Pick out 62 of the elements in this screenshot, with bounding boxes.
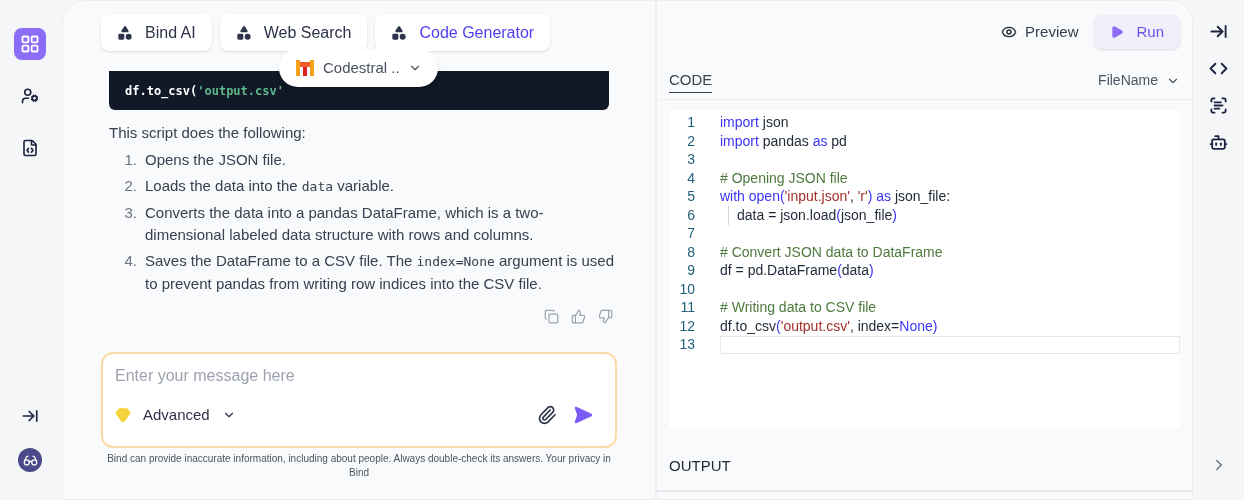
logo-icon <box>295 58 315 78</box>
step-text: Loads the data into the data variable. <box>145 175 394 196</box>
step-text: Opens the JSON file. <box>145 149 286 170</box>
line-number: 3 <box>686 150 695 170</box>
code-line: df = pd.DataFrame(data) <box>720 261 874 281</box>
line-number: 7 <box>686 224 695 244</box>
incognito-icon[interactable] <box>18 448 42 472</box>
line-number: 5 <box>686 187 695 207</box>
mode-tab[interactable]: Bind AI <box>101 14 212 51</box>
output-heading: OUTPUT <box>669 456 731 474</box>
thumbs-up-icon[interactable] <box>571 308 586 324</box>
line-number: 2 <box>686 131 695 151</box>
disclaimer-text: Bind can provide inaccurate information, including about people. Always double-check its answers. Your privacy in Bind <box>106 451 612 480</box>
step-number: 4. <box>123 250 137 271</box>
indent-guide <box>728 206 729 225</box>
scan-document-icon[interactable] <box>1209 96 1228 115</box>
gem-icon <box>115 406 131 423</box>
shapes-icon <box>391 24 408 41</box>
code-line: import json <box>720 113 789 133</box>
code-line: with open('input.json', 'r') as json_file: <box>720 187 951 207</box>
line-number: 13 <box>678 335 695 355</box>
step-number: 2. <box>123 175 137 196</box>
send-icon[interactable] <box>573 404 593 425</box>
step-text: Converts the data into a pandas DataFrame, which is a two-dimensional labeled data structure with rows and columns. <box>145 202 545 245</box>
mode-tab[interactable]: Web Search <box>219 14 368 51</box>
shapes-icon <box>235 24 252 41</box>
line-number: 1 <box>686 113 695 133</box>
shapes-icon <box>117 24 133 41</box>
step-number: 3. <box>123 202 137 223</box>
eye-icon <box>1001 24 1018 40</box>
step-text: Saves the DataFrame to a CSV file. The index=None argument is used to prevent pandas from writing row indices into the CSV file. <box>145 250 615 294</box>
line-number: 11 <box>679 298 695 318</box>
preview-button[interactable]: Preview <box>1001 15 1079 49</box>
model-picker[interactable]: Codestral .. <box>279 49 438 87</box>
arrow-to-line-icon[interactable] <box>1209 22 1228 41</box>
code-line: df.to_csv('output.csv', index=None) <box>720 316 938 336</box>
code-line: # Convert JSON data to DataFrame <box>720 242 943 262</box>
code-line: import pandas as pd <box>720 131 847 151</box>
mode-tab[interactable]: Code Generator <box>375 14 551 51</box>
mode-dropdown[interactable]: Advanced <box>115 403 236 426</box>
attach-icon[interactable] <box>537 404 557 425</box>
line-number: 9 <box>686 261 695 281</box>
bot-icon[interactable] <box>1209 133 1228 152</box>
intro-text: This script does the following: <box>109 123 307 143</box>
code-line: # Opening JSON file <box>720 168 848 188</box>
line-number: 8 <box>686 242 695 262</box>
code-line: # Writing data to CSV file <box>720 298 877 318</box>
step-number: 1. <box>123 149 137 170</box>
file-select[interactable]: FileName <box>1098 70 1180 92</box>
thumbs-down-icon[interactable] <box>598 308 613 324</box>
line-number: 10 <box>678 279 695 299</box>
line-number: 6 <box>686 205 695 225</box>
message-composer[interactable]: Enter your message here Advanced <box>101 351 617 448</box>
code-editor[interactable] <box>669 109 1180 428</box>
run-button[interactable]: Run <box>1094 15 1180 49</box>
code-line: data = json.load(json_file) <box>737 205 897 225</box>
line-number: 12 <box>678 316 695 336</box>
code-tab[interactable]: CODE <box>669 69 713 93</box>
line-number: 4 <box>686 168 695 188</box>
message-input[interactable]: Enter your message here <box>115 361 603 390</box>
play-icon <box>1110 25 1125 39</box>
grid-icon[interactable] <box>14 28 46 60</box>
